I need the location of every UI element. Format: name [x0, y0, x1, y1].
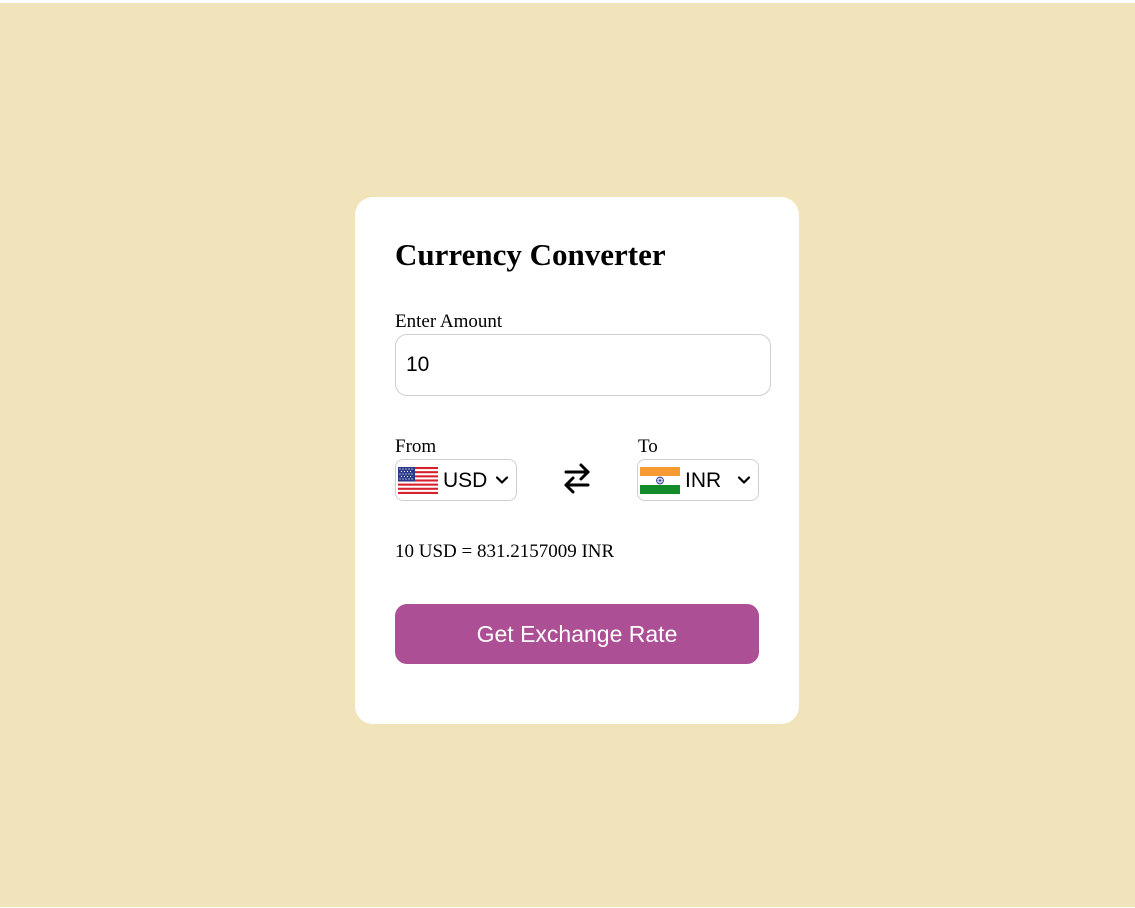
- conversion-result: 10 USD = 831.2157009 INR: [395, 541, 615, 562]
- page-title: Currency Converter: [395, 237, 666, 272]
- amount-input[interactable]: [395, 334, 771, 396]
- chevron-down-icon: [737, 476, 751, 484]
- swap-arrows-icon[interactable]: [560, 461, 594, 495]
- from-currency-code: USD: [443, 469, 488, 492]
- from-currency-select[interactable]: USD: [395, 459, 517, 501]
- amount-label: Enter Amount: [395, 311, 503, 332]
- from-label: From: [395, 436, 437, 457]
- converter-card: Currency Converter Enter Amount From USD: [355, 197, 799, 724]
- india-flag-icon: [640, 467, 680, 494]
- us-flag-icon: [398, 467, 438, 494]
- chevron-down-icon: [495, 476, 509, 484]
- to-currency-select[interactable]: INR: [637, 459, 759, 501]
- to-label: To: [638, 436, 658, 457]
- get-exchange-rate-button[interactable]: Get Exchange Rate: [395, 604, 759, 664]
- to-currency-code: INR: [685, 469, 722, 492]
